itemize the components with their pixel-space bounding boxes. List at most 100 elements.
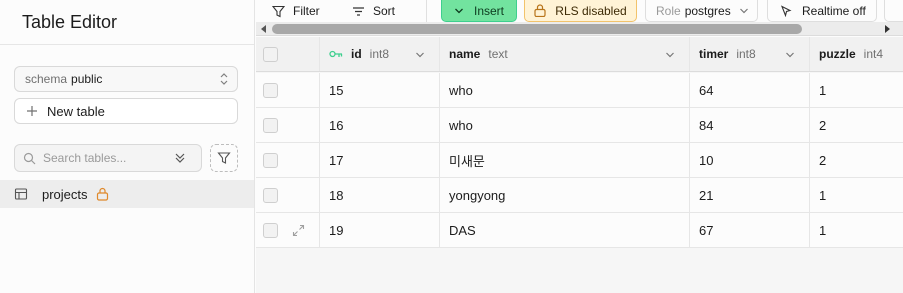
cell-timer[interactable]: 84: [690, 108, 810, 142]
filter-icon: [272, 5, 285, 17]
role-value: postgres: [684, 3, 731, 18]
filter-tables-button[interactable]: [210, 144, 238, 172]
lock-open-icon: [96, 187, 108, 201]
row-select-cell: [256, 143, 320, 177]
new-table-label: New table: [47, 103, 105, 119]
sidebar: Table Editor schema public New table Sea…: [0, 0, 255, 293]
sort-label: Sort: [373, 4, 396, 18]
search-tables-input[interactable]: Search tables...: [14, 144, 202, 172]
filter-label: Filter: [293, 4, 320, 18]
cursor-pointer-icon: [780, 4, 792, 17]
row-checkbox[interactable]: [263, 188, 278, 203]
cell-id[interactable]: 19: [320, 213, 440, 247]
column-name: puzzle: [819, 47, 856, 61]
column-header-timer[interactable]: timer int8: [690, 37, 810, 71]
column-type: int4: [863, 47, 884, 61]
grid-header-row: id int8 name text timer int8 puzzle int4: [256, 37, 903, 72]
chevron-down-icon[interactable]: [665, 50, 675, 60]
select-all-cell: [256, 37, 320, 71]
search-icon: [23, 152, 36, 164]
chevrons-down-icon[interactable]: [174, 152, 186, 164]
cell-id[interactable]: 15: [320, 73, 440, 107]
row-checkbox[interactable]: [263, 118, 278, 133]
cell-timer[interactable]: 67: [690, 213, 810, 247]
table-row[interactable]: 19 DAS 67 1: [256, 213, 903, 248]
table-icon: [14, 188, 28, 200]
row-select-cell: [256, 178, 320, 212]
more-button[interactable]: [884, 0, 903, 22]
cell-puzzle[interactable]: 2: [810, 143, 903, 177]
cell-timer[interactable]: 10: [690, 143, 810, 177]
row-checkbox[interactable]: [263, 223, 278, 238]
sort-lines-icon: [353, 6, 364, 16]
rls-label: RLS disabled: [555, 3, 627, 18]
cell-puzzle[interactable]: 2: [810, 108, 903, 142]
chevron-down-icon: [739, 8, 748, 13]
cell-puzzle[interactable]: 1: [810, 178, 903, 212]
key-icon: [329, 50, 343, 58]
row-checkbox[interactable]: [263, 83, 278, 98]
chevron-up-down-icon: [220, 73, 228, 85]
cell-puzzle[interactable]: 1: [810, 73, 903, 107]
cell-id[interactable]: 17: [320, 143, 440, 177]
table-row[interactable]: 17 미새문 10 2: [256, 143, 903, 178]
scroll-right-arrow-icon[interactable]: [883, 25, 891, 33]
column-name: name: [449, 47, 481, 61]
cell-puzzle[interactable]: 1: [810, 213, 903, 247]
row-select-cell: [256, 108, 320, 142]
cell-id[interactable]: 18: [320, 178, 440, 212]
role-label: Role: [656, 3, 681, 18]
cell-name[interactable]: DAS: [440, 213, 690, 247]
cell-id[interactable]: 16: [320, 108, 440, 142]
schema-select[interactable]: schema public: [14, 66, 238, 92]
divider: [0, 44, 254, 45]
row-select-cell: [256, 73, 320, 107]
cell-timer[interactable]: 64: [690, 73, 810, 107]
column-name: timer: [699, 47, 729, 61]
row-checkbox[interactable]: [263, 153, 278, 168]
column-type: int8: [736, 47, 756, 61]
expand-row-icon[interactable]: [292, 224, 305, 237]
new-table-button[interactable]: New table: [14, 98, 238, 124]
column-header-id[interactable]: id int8: [320, 37, 440, 71]
sort-button[interactable]: Sort: [352, 0, 395, 22]
scroll-left-arrow-icon[interactable]: [260, 25, 268, 33]
toolbar: Filter Sort Insert RLS disabled Role pos…: [256, 0, 903, 22]
chevron-down-icon[interactable]: [785, 50, 795, 60]
lock-open-icon: [534, 4, 546, 17]
realtime-label: Realtime off: [802, 3, 866, 18]
table-row[interactable]: 16 who 84 2: [256, 108, 903, 143]
column-type: int8: [369, 47, 390, 61]
cell-name[interactable]: yongyong: [440, 178, 690, 212]
row-select-cell: [256, 213, 320, 247]
plus-icon: [27, 106, 37, 116]
chevron-down-icon: [455, 8, 463, 13]
cell-name[interactable]: who: [440, 73, 690, 107]
insert-label: Insert: [473, 3, 504, 18]
cell-name[interactable]: who: [440, 108, 690, 142]
chevron-down-icon[interactable]: [415, 50, 425, 60]
divider: [426, 0, 427, 22]
table-row[interactable]: 18 yongyong 21 1: [256, 178, 903, 213]
filter-icon: [217, 152, 231, 164]
sidebar-item-projects[interactable]: projects: [0, 180, 254, 208]
column-name: id: [351, 47, 362, 61]
scrollbar-thumb[interactable]: [272, 24, 802, 34]
realtime-button[interactable]: Realtime off: [767, 0, 877, 22]
table-row[interactable]: 15 who 64 1: [256, 73, 903, 108]
sidebar-item-label: projects: [42, 186, 88, 202]
horizontal-scrollbar[interactable]: [256, 22, 903, 36]
role-select[interactable]: Role postgres: [645, 0, 758, 22]
filter-button[interactable]: Filter: [272, 0, 320, 22]
cell-timer[interactable]: 21: [690, 178, 810, 212]
cell-name[interactable]: 미새문: [440, 143, 690, 177]
rls-disabled-button[interactable]: RLS disabled: [524, 0, 637, 22]
select-all-checkbox[interactable]: [263, 47, 278, 62]
schema-select-label: schema: [25, 72, 68, 86]
schema-select-value: public: [71, 72, 103, 86]
column-header-puzzle[interactable]: puzzle int4: [810, 37, 903, 71]
search-tables-placeholder: Search tables...: [43, 151, 127, 165]
column-header-name[interactable]: name text: [440, 37, 690, 71]
insert-button[interactable]: Insert: [441, 0, 517, 22]
sidebar-title: Table Editor: [22, 12, 118, 32]
